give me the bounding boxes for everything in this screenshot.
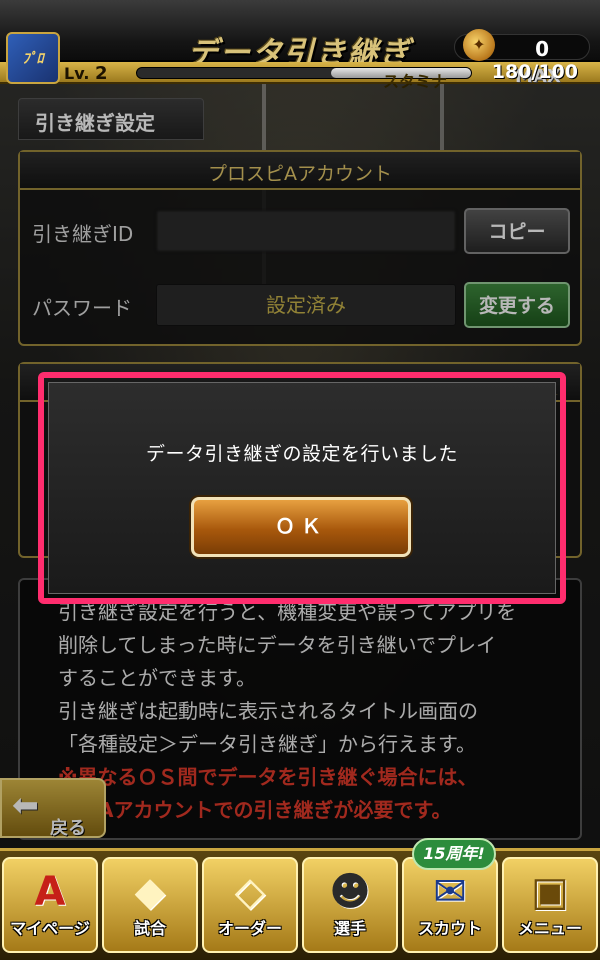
level-value: 2 — [94, 63, 108, 84]
nav-label: 試合 — [133, 919, 166, 938]
coin-icon: ✦ — [463, 29, 495, 61]
stadium-icon: ◆ — [134, 869, 166, 915]
diamond-field-icon: ◇ — [234, 869, 266, 915]
logo-text: ﾌﾟﾛ — [22, 51, 44, 67]
nav-label: オーダー — [217, 919, 282, 938]
nav-label: スカウト — [417, 919, 482, 938]
bottom-navigation: A マイページ ◆ 試合 ◇ オーダー ☻ 選手 ✉ スカウト ▣ メニュー — [0, 848, 600, 960]
currency-display[interactable]: ✦ 0 — [454, 29, 590, 61]
highlight-frame — [38, 372, 566, 604]
stamina-bar: スタミナ MAX — [136, 66, 561, 91]
nav-order[interactable]: ◇ オーダー — [202, 857, 298, 953]
status-bar: Lv. 2 スタミナ MAX 180/100 — [0, 61, 600, 91]
nav-mypage[interactable]: A マイページ — [2, 857, 98, 953]
anniversary-badge: 15周年! — [412, 838, 496, 870]
header-bar: データ引き継ぎ ✦ 0 — [0, 0, 600, 71]
stamina-value: 180/100 — [491, 61, 578, 83]
app-logo[interactable]: ﾌﾟﾛ — [6, 32, 60, 84]
nav-match[interactable]: ◆ 試合 — [102, 857, 198, 953]
level-display: Lv. 2 — [64, 63, 108, 84]
nav-label: 選手 — [333, 919, 366, 938]
nav-label: メニュー — [517, 919, 582, 938]
player-icon: ☻ — [329, 869, 371, 915]
nav-label: マイページ — [10, 919, 90, 938]
mypage-icon: A — [34, 869, 66, 915]
nav-menu[interactable]: ▣ メニュー — [502, 857, 598, 953]
menu-icon: ▣ — [531, 869, 569, 915]
nav-players[interactable]: ☻ 選手 — [302, 857, 398, 953]
nav-scout[interactable]: ✉ スカウト — [402, 857, 498, 953]
scout-icon: ✉ — [433, 869, 467, 915]
level-prefix: Lv. — [64, 64, 90, 83]
coin-value: 0 — [535, 37, 549, 61]
